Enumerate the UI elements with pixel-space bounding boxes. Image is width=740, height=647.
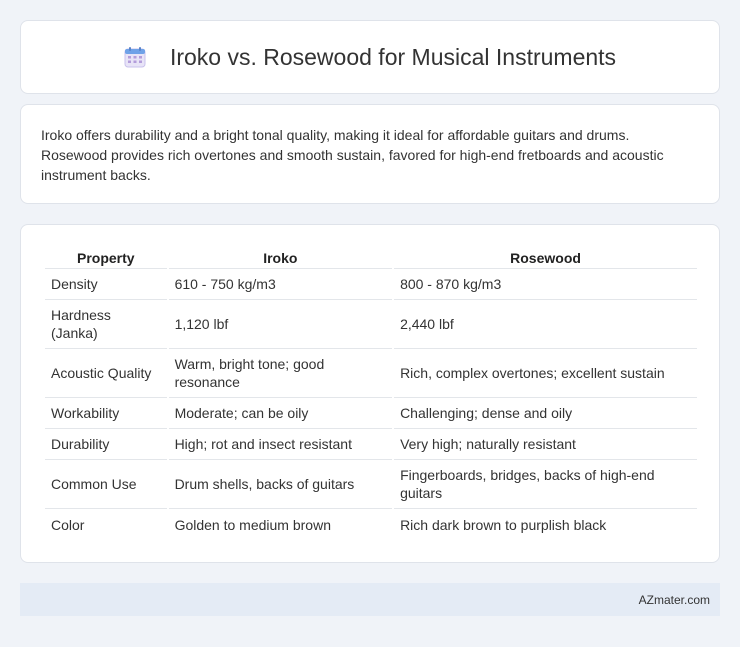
row-property: Hardness (Janka) xyxy=(45,300,167,349)
table-row: Acoustic Quality Warm, bright tone; good… xyxy=(45,349,697,398)
comparison-table: Property Iroko Rosewood Density 610 - 75… xyxy=(43,245,699,540)
row-iroko-value: Warm, bright tone; good resonance xyxy=(168,349,393,398)
row-property: Workability xyxy=(45,398,167,429)
row-iroko-value: 1,120 lbf xyxy=(168,300,393,349)
table-header-row: Property Iroko Rosewood xyxy=(45,245,697,269)
row-rosewood-value: Rich, complex overtones; excellent susta… xyxy=(394,349,697,398)
row-rosewood-value: Very high; naturally resistant xyxy=(394,429,697,460)
row-iroko-value: Drum shells, backs of guitars xyxy=(168,460,393,509)
row-iroko-value: Moderate; can be oily xyxy=(168,398,393,429)
header-property: Property xyxy=(45,245,167,269)
table-row: Durability High; rot and insect resistan… xyxy=(45,429,697,460)
row-property: Acoustic Quality xyxy=(45,349,167,398)
table-row: Hardness (Janka) 1,120 lbf 2,440 lbf xyxy=(45,300,697,349)
calendar-icon xyxy=(124,46,146,68)
row-rosewood-value: 800 - 870 kg/m3 xyxy=(394,269,697,300)
footer-bar: AZmater.com xyxy=(20,583,720,616)
row-rosewood-value: Challenging; dense and oily xyxy=(394,398,697,429)
row-iroko-value: Golden to medium brown xyxy=(174,516,331,533)
row-property: Common Use xyxy=(45,460,167,509)
table-row: Density 610 - 750 kg/m3 800 - 870 kg/m3 xyxy=(45,269,697,300)
row-property: Color xyxy=(51,516,85,533)
row-iroko-value: 610 - 750 kg/m3 xyxy=(168,269,393,300)
row-property: Durability xyxy=(45,429,167,460)
title-card: Iroko vs. Rosewood for Musical Instrumen… xyxy=(20,20,720,94)
intro-card: Iroko offers durability and a bright ton… xyxy=(20,104,720,204)
table-row: Color Golden to medium brown Rich dark b… xyxy=(45,509,697,540)
page-title: Iroko vs. Rosewood for Musical Instrumen… xyxy=(169,43,617,70)
table-row: Common Use Drum shells, backs of guitars… xyxy=(45,460,697,509)
row-rosewood-value: 2,440 lbf xyxy=(394,300,697,349)
row-rosewood-value: Rich dark brown to purplish black xyxy=(400,516,607,533)
footer-site-name[interactable]: AZmater.com xyxy=(639,593,710,607)
header-rosewood: Rosewood xyxy=(394,245,697,269)
row-iroko-value: High; rot and insect resistant xyxy=(168,429,393,460)
table-row: Workability Moderate; can be oily Challe… xyxy=(45,398,697,429)
intro-paragraph: Iroko offers durability and a bright ton… xyxy=(41,127,664,183)
header-iroko: Iroko xyxy=(168,245,393,269)
comparison-table-card: Property Iroko Rosewood Density 610 - 75… xyxy=(20,224,720,563)
row-property: Density xyxy=(45,269,167,300)
row-rosewood-value: Fingerboards, bridges, backs of high-end… xyxy=(394,460,697,509)
